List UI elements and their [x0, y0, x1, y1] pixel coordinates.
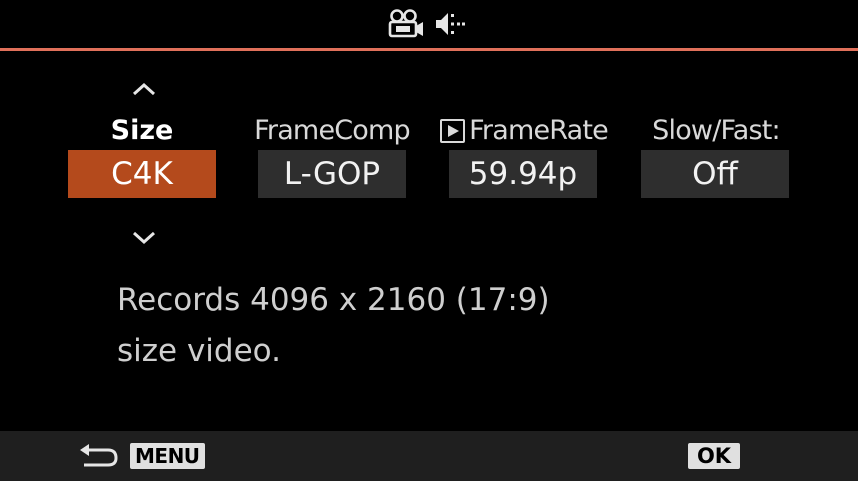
menu-button[interactable]: MENU — [130, 443, 205, 469]
setting-framerate[interactable]: FrameRate 59.94p — [440, 112, 609, 198]
description-line-2: size video. — [117, 333, 281, 369]
back-arrow-icon[interactable] — [78, 444, 120, 470]
setting-description: Records 4096 x 2160 (17:9) size video. — [117, 275, 817, 377]
chevron-up-icon[interactable] — [130, 80, 158, 98]
setting-slowfast-value[interactable]: Off — [641, 150, 789, 198]
setting-slowfast-label: Slow/Fast: — [652, 115, 780, 146]
header-icons — [388, 9, 466, 39]
setting-size-label: Size — [110, 115, 174, 146]
audio-input-icon — [436, 13, 465, 35]
setting-slowfast[interactable]: Slow/Fast: Off — [634, 112, 798, 198]
header-divider — [0, 48, 858, 51]
ok-button[interactable]: OK — [688, 443, 740, 469]
footer-bar: MENU OK — [0, 431, 858, 481]
chevron-down-icon[interactable] — [130, 228, 158, 246]
setting-framerate-label: FrameRate — [469, 115, 609, 146]
setting-size[interactable]: Size C4K — [68, 112, 216, 198]
movie-camera-icon — [388, 9, 423, 38]
setting-framerate-header: FrameRate — [440, 112, 609, 150]
play-box-icon — [440, 119, 466, 143]
setting-framecomp-label: FrameComp — [254, 115, 411, 146]
header-bar — [0, 0, 858, 48]
setting-framerate-value[interactable]: 59.94p — [449, 150, 597, 198]
setting-framecomp[interactable]: FrameComp L-GOP — [248, 112, 416, 198]
setting-framecomp-value[interactable]: L-GOP — [258, 150, 406, 198]
description-line-1: Records 4096 x 2160 (17:9) — [117, 282, 550, 318]
setting-size-value[interactable]: C4K — [68, 150, 216, 198]
camera-menu-screen: Size C4K FrameComp L-GOP FrameRate 59.94… — [0, 0, 858, 481]
